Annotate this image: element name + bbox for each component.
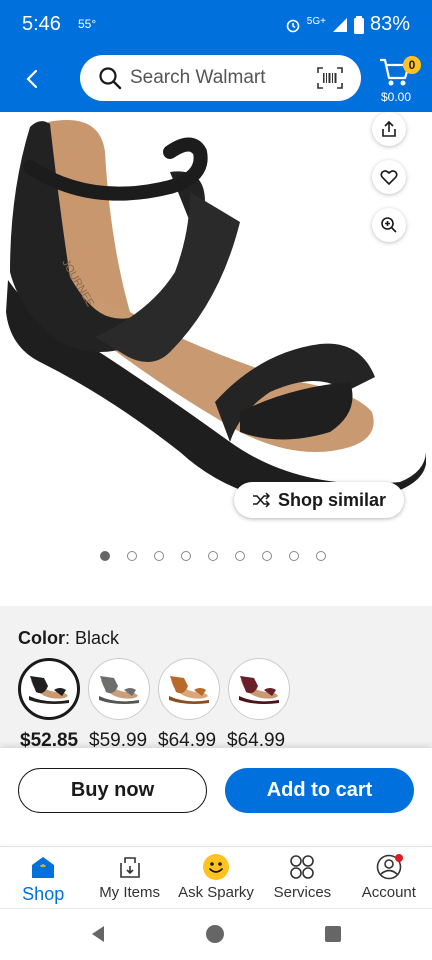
purchase-action-bar: Buy now Add to cart bbox=[0, 748, 432, 844]
search-icon bbox=[99, 67, 122, 90]
zoom-in-icon bbox=[381, 217, 397, 233]
pagination-dot-3[interactable] bbox=[154, 551, 164, 561]
swatch-grey[interactable] bbox=[88, 658, 150, 720]
favorite-button[interactable] bbox=[372, 160, 406, 194]
pagination-dot-5[interactable] bbox=[208, 551, 218, 561]
system-navigation-bar bbox=[0, 908, 432, 960]
pagination-dot-6[interactable] bbox=[235, 551, 245, 561]
color-label: Color bbox=[18, 628, 65, 648]
barcode-scan-icon[interactable] bbox=[317, 67, 343, 89]
shuffle-icon bbox=[252, 492, 270, 508]
status-icons: 5G+ 83% bbox=[285, 13, 410, 36]
sandal-thumbnail-grey bbox=[99, 676, 139, 704]
pagination-dot-7[interactable] bbox=[262, 551, 272, 561]
sandal-thumbnail-black bbox=[29, 676, 69, 704]
nav-my-items-label: My Items bbox=[99, 884, 161, 901]
nav-ask-sparky[interactable]: Ask Sparky bbox=[173, 847, 259, 908]
color-value: : Black bbox=[65, 628, 120, 648]
product-image: JOURNEE bbox=[6, 120, 426, 505]
nav-ask-sparky-label: Ask Sparky bbox=[178, 884, 254, 901]
status-bar: 5:46 55° 5G+ 83% bbox=[0, 0, 432, 50]
pagination-dot-8[interactable] bbox=[289, 551, 299, 561]
header: Search Walmart 0 $0.00 bbox=[0, 50, 432, 112]
swatch-black[interactable] bbox=[18, 658, 80, 720]
nav-account-label: Account bbox=[361, 884, 416, 901]
image-pagination bbox=[100, 551, 326, 561]
pagination-dot-4[interactable] bbox=[181, 551, 191, 561]
zoom-button[interactable] bbox=[372, 208, 406, 242]
status-temperature: 55° bbox=[78, 17, 97, 31]
product-image-carousel[interactable]: JOURNEE Shop similar bbox=[0, 112, 432, 538]
status-time: 5:46 bbox=[22, 13, 61, 35]
alarm-icon bbox=[286, 19, 300, 32]
shop-similar-label: Shop similar bbox=[277, 489, 387, 510]
account-icon bbox=[374, 853, 404, 881]
cart-count-badge: 0 bbox=[403, 56, 421, 74]
shop-similar-button[interactable]: Shop similar bbox=[234, 482, 404, 518]
search-placeholder: Search Walmart bbox=[130, 67, 266, 88]
search-input[interactable]: Search Walmart bbox=[80, 55, 361, 101]
color-selection-label: Color: Black bbox=[18, 628, 119, 649]
bottom-navigation: Shop My Items Ask Sparky Services Accoun… bbox=[0, 846, 432, 908]
nav-my-items[interactable]: My Items bbox=[86, 847, 172, 908]
heart-icon bbox=[380, 170, 398, 185]
cart-total: $0.00 bbox=[381, 90, 412, 104]
nav-account[interactable]: Account bbox=[346, 847, 432, 908]
pagination-dot-1[interactable] bbox=[100, 551, 110, 561]
signal-icon bbox=[332, 17, 347, 32]
nav-shop-label: Shop bbox=[22, 884, 65, 904]
buy-now-button[interactable]: Buy now bbox=[18, 768, 207, 813]
services-icon bbox=[287, 853, 317, 881]
battery-icon bbox=[353, 15, 364, 34]
network-type: 5G+ bbox=[306, 16, 326, 27]
back-button[interactable] bbox=[18, 64, 46, 94]
pagination-dot-9[interactable] bbox=[316, 551, 326, 561]
swatch-burgundy[interactable] bbox=[228, 658, 290, 720]
add-to-cart-button[interactable]: Add to cart bbox=[225, 768, 414, 813]
share-icon bbox=[382, 120, 396, 137]
system-back-icon[interactable] bbox=[88, 924, 108, 944]
chevron-left-icon bbox=[26, 69, 38, 89]
nav-services-label: Services bbox=[273, 884, 332, 901]
notification-dot bbox=[394, 854, 403, 862]
sandal-thumbnail-burgundy bbox=[239, 676, 279, 704]
pagination-dot-2[interactable] bbox=[127, 551, 137, 561]
nav-services[interactable]: Services bbox=[259, 847, 345, 908]
battery-level: 83% bbox=[369, 13, 410, 35]
shop-icon bbox=[28, 853, 58, 881]
my-items-icon bbox=[115, 853, 145, 881]
share-button[interactable] bbox=[372, 112, 406, 146]
system-recents-icon[interactable] bbox=[323, 924, 343, 944]
color-variant-section: Color: Black $52.85 $59.99 $64.99 $64.99 bbox=[0, 606, 432, 766]
nav-shop[interactable]: Shop bbox=[0, 847, 86, 908]
sandal-thumbnail-tan bbox=[169, 676, 209, 704]
sparky-icon bbox=[201, 853, 231, 881]
color-swatches bbox=[18, 658, 290, 720]
cart-button[interactable]: 0 $0.00 bbox=[378, 52, 422, 108]
system-home-icon[interactable] bbox=[205, 924, 225, 944]
swatch-tan[interactable] bbox=[158, 658, 220, 720]
